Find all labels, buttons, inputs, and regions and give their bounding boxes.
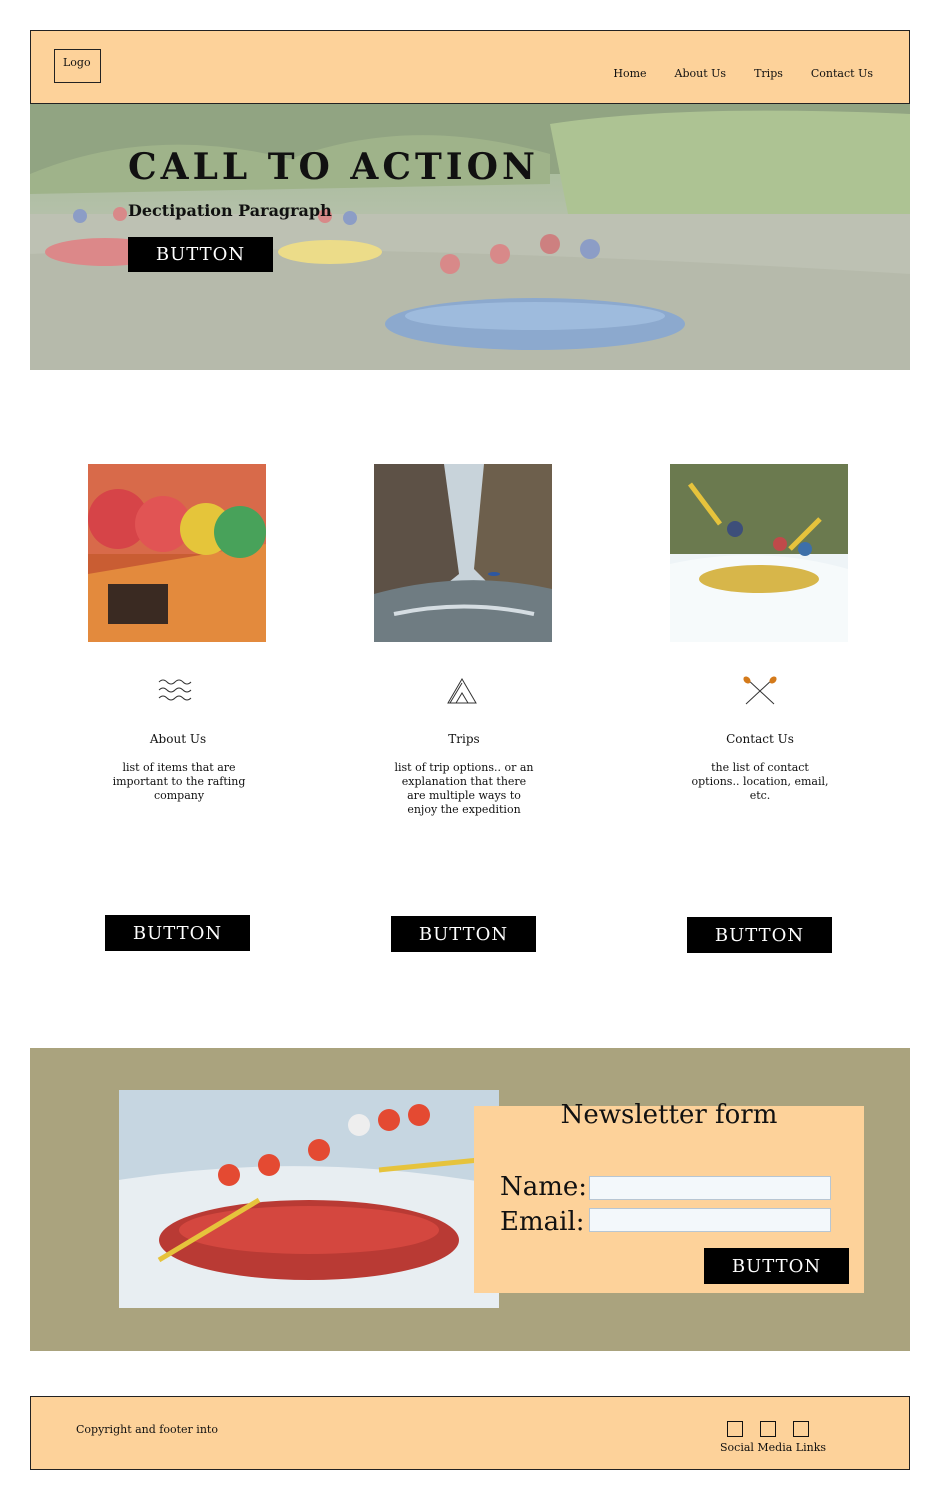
logo[interactable]: Logo [54,49,101,83]
card-about-image [88,464,266,642]
card-contact-text: the list of contact options.. location, … [691,761,829,802]
hero-banner: CALL TO ACTION Dectipation Paragraph BUT… [30,104,910,370]
card-trips-image [374,464,552,642]
crossed-paddles-icon [740,676,780,706]
waves-icon [157,676,197,706]
card-trips-text: list of trip options.. or an explanation… [394,761,534,816]
card-about-button[interactable]: BUTTON [105,915,250,951]
hero-button[interactable]: BUTTON [128,237,273,272]
nav-about-us[interactable]: About Us [675,67,727,80]
name-field[interactable] [589,1176,831,1200]
card-trips-title: Trips [448,732,480,746]
card-about-text: list of items that are important to the … [112,761,246,802]
email-label: Email: [500,1207,585,1237]
card-contact-button[interactable]: BUTTON [687,917,832,953]
hero-title: CALL TO ACTION [128,146,539,188]
social-media-label: Social Media Links [720,1441,827,1454]
copyright-text: Copyright and footer into [76,1423,218,1436]
hero-subtitle: Dectipation Paragraph [128,201,332,220]
newsletter-submit-button[interactable]: BUTTON [704,1248,849,1284]
main-nav: Home About Us Trips Contact Us [613,67,873,80]
nav-trips[interactable]: Trips [754,67,783,80]
card-contact-image [670,464,848,642]
social-link-3[interactable] [793,1421,809,1437]
newsletter-rafting-image [119,1090,499,1308]
nav-home[interactable]: Home [613,67,646,80]
card-trips-button[interactable]: BUTTON [391,916,536,952]
social-link-1[interactable] [727,1421,743,1437]
nav-contact-us[interactable]: Contact Us [811,67,873,80]
site-header: Logo Home About Us Trips Contact Us [30,30,910,104]
card-contact-title: Contact Us [726,732,794,746]
card-about-title: About Us [149,732,207,746]
newsletter-section: Newsletter form Name: Email: BUTTON [30,1048,910,1351]
mountain-icon [444,676,484,706]
name-label: Name: [500,1172,588,1202]
social-link-2[interactable] [760,1421,776,1437]
newsletter-title: Newsletter form [560,1100,778,1130]
newsletter-form: Newsletter form Name: Email: BUTTON [474,1100,864,1293]
site-footer: Copyright and footer into Social Media L… [30,1396,910,1470]
email-field[interactable] [589,1208,831,1232]
